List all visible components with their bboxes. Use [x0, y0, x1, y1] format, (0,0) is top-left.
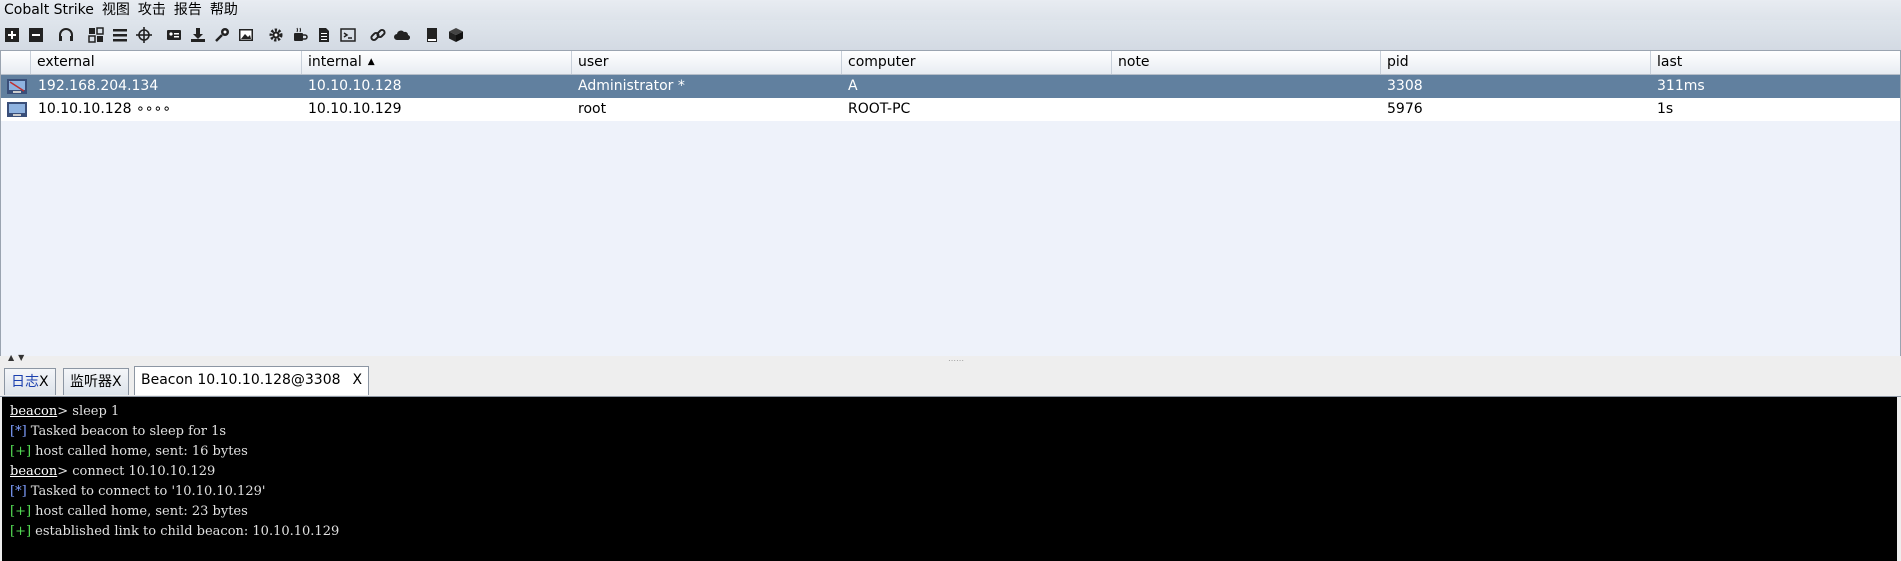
- tab-bar: 日志X 监听器X Beacon 10.10.10.128@3308 X: [0, 363, 1901, 397]
- tab-beacon[interactable]: Beacon 10.10.10.128@3308 X: [134, 366, 370, 395]
- console-line: [+] host called home, sent: 23 bytes: [10, 504, 248, 519]
- split-pane-divider[interactable]: ▲▼ ⋯⋯: [0, 353, 1901, 365]
- cell-note: [1112, 75, 1118, 98]
- book-icon[interactable]: [422, 25, 442, 45]
- column-header-note[interactable]: note: [1112, 51, 1381, 74]
- coffee-icon[interactable]: [290, 25, 310, 45]
- screenshot-icon[interactable]: [236, 25, 256, 45]
- download-icon[interactable]: [188, 25, 208, 45]
- cell-pid: 3308: [1387, 78, 1423, 94]
- windows-host-icon: [7, 79, 27, 94]
- cell-computer: ROOT-PC: [848, 101, 911, 117]
- console-line: [+] host called home, sent: 16 bytes: [10, 444, 248, 459]
- menu-bar: Cobalt Strike 视图 攻击 报告 帮助: [0, 0, 1901, 20]
- session-table-icon[interactable]: [110, 25, 130, 45]
- target-icon[interactable]: [134, 25, 154, 45]
- menu-help[interactable]: 帮助: [206, 0, 242, 20]
- cell-note: [1112, 98, 1118, 121]
- headset-icon[interactable]: [56, 25, 76, 45]
- tab-event-log[interactable]: 日志X: [4, 368, 56, 395]
- cell-computer: A: [848, 78, 858, 94]
- disconnect-icon[interactable]: [26, 25, 46, 45]
- menu-cobalt-strike[interactable]: Cobalt Strike: [0, 0, 98, 20]
- table-header: external internal ▲ user computer note pi…: [1, 51, 1900, 75]
- table-row[interactable]: 10.10.10.128 ∘∘∘∘ 10.10.10.129 root ROOT…: [1, 98, 1900, 121]
- console-line: beacon> sleep 1: [10, 404, 120, 419]
- cell-internal: 10.10.10.128: [308, 78, 402, 94]
- new-connection-icon[interactable]: [2, 25, 22, 45]
- document-icon[interactable]: [314, 25, 334, 45]
- column-header-pid[interactable]: pid: [1381, 51, 1651, 74]
- key-icon[interactable]: [212, 25, 232, 45]
- menu-reporting[interactable]: 报告: [170, 0, 206, 20]
- column-header-internal[interactable]: internal ▲: [302, 51, 572, 74]
- console-icon[interactable]: [338, 25, 358, 45]
- tab-listeners[interactable]: 监听器X: [63, 368, 129, 395]
- credentials-icon[interactable]: [164, 25, 184, 45]
- console-line: [*] Tasked to connect to '10.10.10.129': [10, 484, 266, 499]
- sort-ascending-icon: ▲: [367, 57, 375, 67]
- menu-attacks[interactable]: 攻击: [134, 0, 170, 20]
- table-row[interactable]: 192.168.204.134 10.10.10.128 Administrat…: [1, 75, 1900, 98]
- column-header-last[interactable]: last: [1651, 51, 1900, 74]
- console-line: beacon> connect 10.10.10.129: [10, 464, 216, 479]
- console-line: [*] Tasked beacon to sleep for 1s: [10, 424, 227, 439]
- tab-close-button[interactable]: X: [353, 372, 363, 388]
- cell-user: Administrator *: [578, 78, 685, 94]
- column-header-external[interactable]: external: [31, 51, 302, 74]
- cell-last: 1s: [1657, 101, 1674, 117]
- cell-pid: 5976: [1387, 101, 1423, 117]
- toolbar: [0, 20, 1901, 51]
- gear-icon[interactable]: [266, 25, 286, 45]
- cell-external: 10.10.10.128 ∘∘∘∘: [38, 101, 172, 117]
- menu-view[interactable]: 视图: [98, 0, 134, 20]
- column-header-icon[interactable]: [1, 51, 31, 74]
- pivot-graph-icon[interactable]: [86, 25, 106, 45]
- cell-internal: 10.10.10.129: [308, 101, 402, 117]
- cloud-icon[interactable]: [392, 25, 412, 45]
- console-line: [+] established link to child beacon: 10…: [10, 524, 340, 539]
- column-header-computer[interactable]: computer: [842, 51, 1112, 74]
- column-header-user[interactable]: user: [572, 51, 842, 74]
- package-icon[interactable]: [446, 25, 466, 45]
- tab-close-button[interactable]: X: [39, 374, 49, 390]
- windows-host-icon: [7, 102, 27, 117]
- link-icon[interactable]: [368, 25, 388, 45]
- cell-user: root: [578, 101, 607, 117]
- tab-close-button[interactable]: X: [112, 374, 122, 390]
- cell-last: 311ms: [1657, 78, 1705, 94]
- collapse-arrows-icon[interactable]: ▲▼: [8, 353, 28, 362]
- beacon-console[interactable]: beacon> sleep 1 [*] Tasked beacon to sle…: [2, 397, 1897, 561]
- session-table: external internal ▲ user computer note pi…: [0, 50, 1901, 358]
- cell-external: 192.168.204.134: [38, 78, 159, 94]
